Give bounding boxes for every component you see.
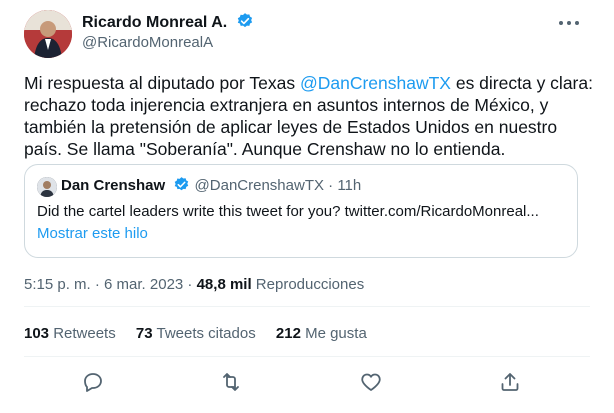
quotes-count: 73 <box>135 325 153 342</box>
likes-count: 212 <box>275 325 301 342</box>
like-icon[interactable] <box>359 370 383 394</box>
show-thread-link[interactable]: Mostrar este hilo <box>37 225 148 242</box>
tweet-text-start: Mi respuesta al diputado por Texas <box>24 73 300 93</box>
quotes-label: Tweets citados <box>152 325 256 342</box>
more-icon[interactable] <box>556 14 582 32</box>
likes-stat[interactable]: 212 Me gusta <box>276 325 367 342</box>
quoted-author-name: Dan Crenshaw <box>61 177 166 194</box>
author-handle[interactable]: @RicardoMonrealA <box>82 34 213 51</box>
quoted-tweet[interactable]: Dan Crenshaw @DanCrenshawTX · 11h Did th… <box>24 164 578 258</box>
reply-icon[interactable] <box>81 370 105 394</box>
quoted-text: Did the cartel leaders write this tweet … <box>37 203 539 220</box>
quotes-stat[interactable]: 73 Tweets citados <box>136 325 256 342</box>
author-name-label[interactable]: Ricardo Monreal A. <box>82 14 227 31</box>
views-count: 48,8 mil <box>196 276 252 293</box>
retweet-icon[interactable] <box>219 370 243 394</box>
quoted-author: Dan Crenshaw @DanCrenshawTX · 11h <box>61 176 361 197</box>
tweet-meta: 5:15 p. m. · 6 mar. 2023 · 48,8 mil Repr… <box>24 276 364 293</box>
divider <box>24 306 590 307</box>
verified-badge-icon <box>236 12 254 35</box>
divider <box>24 356 590 357</box>
views-label: Reproducciones <box>251 276 365 293</box>
verified-badge-icon <box>173 176 190 197</box>
mention-link[interactable]: @DanCrenshawTX <box>300 73 451 93</box>
tweet-stats: 103 Retweets 73 Tweets citados 212 Me gu… <box>24 325 383 342</box>
action-bar <box>24 370 590 394</box>
author-name[interactable]: Ricardo Monreal A. <box>82 12 254 35</box>
timestamp[interactable]: 5:15 p. m. · 6 mar. 2023 · <box>24 276 197 293</box>
avatar[interactable] <box>24 10 72 58</box>
quoted-handle: @DanCrenshawTX · 11h <box>194 177 362 194</box>
retweets-count: 103 <box>24 325 50 342</box>
share-icon[interactable] <box>498 370 522 394</box>
likes-label: Me gusta <box>300 325 367 342</box>
retweets-label: Retweets <box>49 325 116 342</box>
retweets-stat[interactable]: 103 Retweets <box>24 325 116 342</box>
tweet-text: Mi respuesta al diputado por Texas @DanC… <box>24 72 594 160</box>
quoted-avatar <box>37 177 57 197</box>
